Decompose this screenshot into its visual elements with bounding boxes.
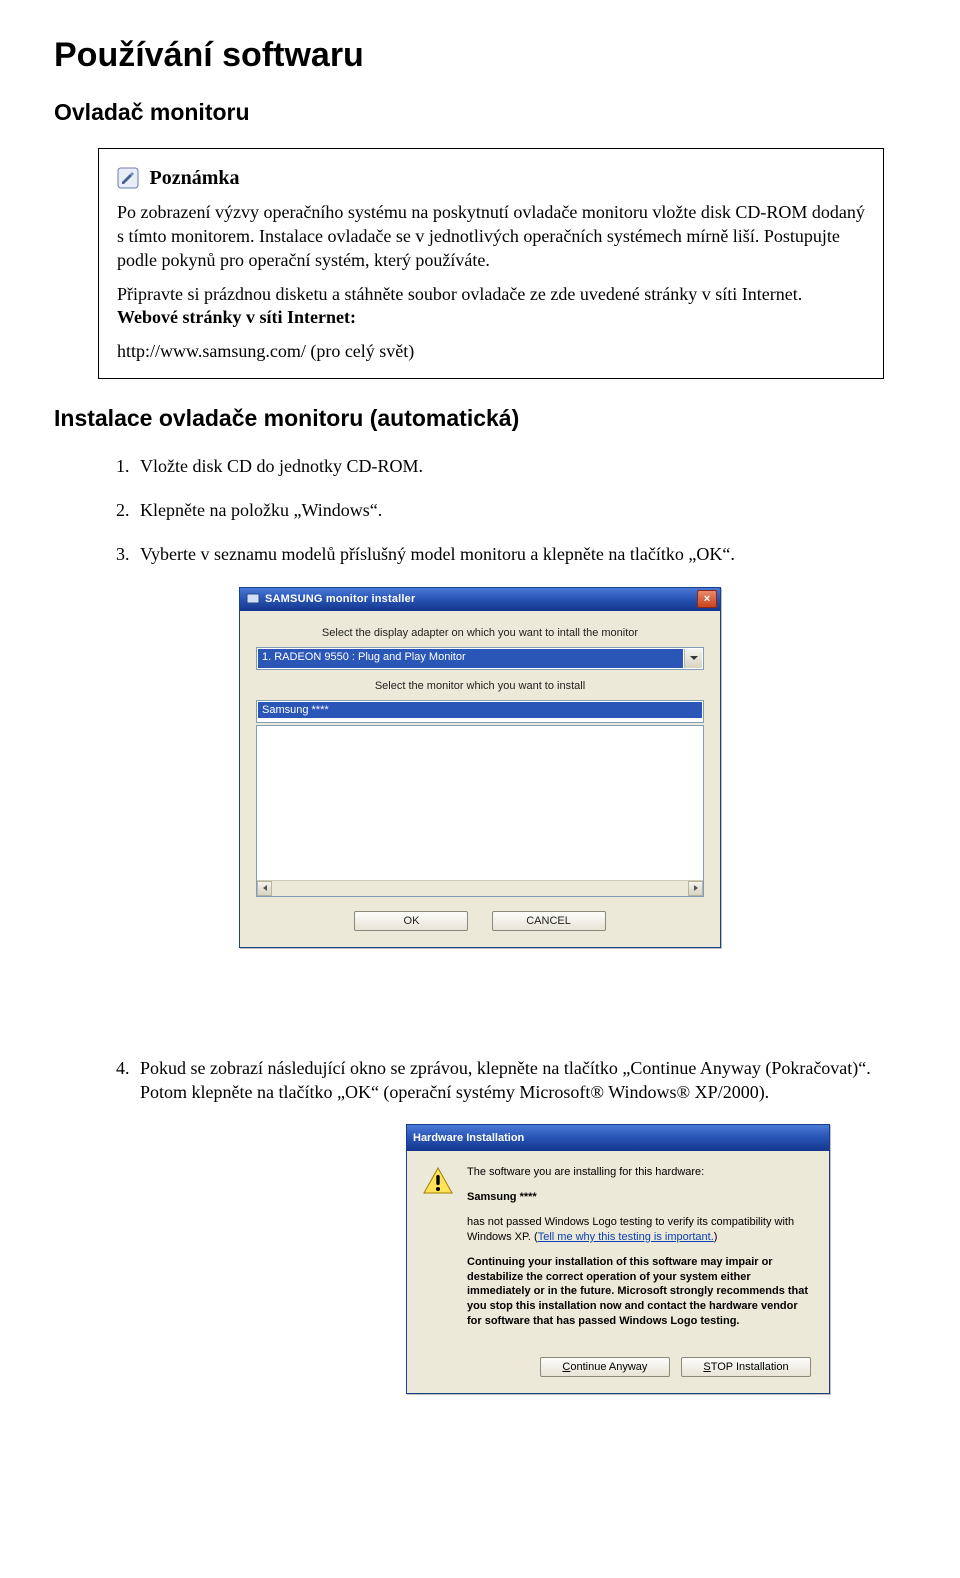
warning-line-2: has not passed Windows Logo testing to v… bbox=[467, 1215, 811, 1245]
horizontal-scrollbar[interactable] bbox=[257, 880, 703, 896]
hardware-warning-dialog: Hardware Installation The software you a… bbox=[406, 1124, 830, 1394]
installer-titlebar[interactable]: SAMSUNG monitor installer × bbox=[240, 588, 720, 611]
step-3: Vyberte v seznamu modelů příslušný model… bbox=[134, 542, 906, 566]
close-icon: × bbox=[704, 594, 710, 605]
step-1: Vložte disk CD do jednotky CD-ROM. bbox=[134, 454, 906, 478]
hardware-warning-body: The software you are installing for this… bbox=[407, 1151, 829, 1393]
monitor-selected-row[interactable]: Samsung **** bbox=[256, 700, 704, 723]
app-icon bbox=[246, 592, 260, 606]
steps-list: Vložte disk CD do jednotky CD-ROM. Klepn… bbox=[98, 454, 906, 567]
step-4: Pokud se zobrazí následující okno se zpr… bbox=[134, 1056, 906, 1105]
document-page: Používání softwaru Ovladač monitoru Pozn… bbox=[0, 0, 960, 1578]
stop-installation-label-rest: TOP Installation bbox=[711, 1361, 789, 1373]
page-title: Používání softwaru bbox=[54, 36, 906, 75]
why-testing-link[interactable]: Tell me why this testing is important. bbox=[538, 1231, 714, 1243]
warning-bold-text: Continuing your installation of this sof… bbox=[467, 1255, 811, 1329]
note-paragraph-2b: Webové stránky v síti Internet: bbox=[117, 306, 865, 330]
installer-body: Select the display adapter on which you … bbox=[240, 611, 720, 947]
pencil-note-icon bbox=[117, 167, 139, 189]
note-label: Poznámka bbox=[150, 165, 240, 191]
adapter-combobox[interactable]: 1. RADEON 9550 : Plug and Play Monitor bbox=[256, 647, 704, 670]
monitor-selected-value: Samsung **** bbox=[258, 702, 702, 718]
warning-line-1: The software you are installing for this… bbox=[467, 1165, 811, 1180]
ok-button[interactable]: OK bbox=[354, 911, 468, 931]
scroll-right-button[interactable] bbox=[688, 881, 703, 896]
chevron-down-icon[interactable] bbox=[684, 649, 702, 668]
continue-anyway-label-rest: ontinue Anyway bbox=[570, 1361, 647, 1373]
installer-dialog: SAMSUNG monitor installer × Select the d… bbox=[239, 587, 721, 948]
monitor-label: Select the monitor which you want to ins… bbox=[256, 680, 704, 692]
step-2: Klepněte na položku „Windows“. bbox=[134, 498, 906, 522]
steps-list-continued: Pokud se zobrazí následující okno se zpr… bbox=[98, 1056, 906, 1105]
warning-message: The software you are installing for this… bbox=[467, 1165, 811, 1339]
note-box: Poznámka Po zobrazení výzvy operačního s… bbox=[98, 148, 884, 379]
hardware-warning-titlebar[interactable]: Hardware Installation bbox=[407, 1125, 829, 1151]
adapter-label: Select the display adapter on which you … bbox=[256, 627, 704, 639]
hardware-warning-button-row: Continue Anyway STOP Installation bbox=[423, 1339, 811, 1379]
warning-line-2b: ) bbox=[714, 1231, 718, 1243]
scroll-left-button[interactable] bbox=[257, 881, 272, 896]
installer-title: SAMSUNG monitor installer bbox=[265, 593, 697, 605]
warning-icon bbox=[423, 1167, 453, 1195]
cancel-button[interactable]: CANCEL bbox=[492, 911, 606, 931]
scroll-track[interactable] bbox=[272, 881, 688, 896]
note-paragraph-2a: Připravte si prázdnou disketu a stáhněte… bbox=[117, 283, 865, 307]
note-paragraph-1: Po zobrazení výzvy operačního systému na… bbox=[117, 201, 865, 272]
monitor-listbox[interactable] bbox=[256, 725, 704, 897]
continue-anyway-button[interactable]: Continue Anyway bbox=[540, 1357, 670, 1377]
instructions-heading: Instalace ovladače monitoru (automatická… bbox=[54, 405, 906, 432]
installer-button-row: OK CANCEL bbox=[256, 897, 704, 933]
stop-installation-button[interactable]: STOP Installation bbox=[681, 1357, 811, 1377]
close-button[interactable]: × bbox=[697, 590, 717, 608]
note-url: http://www.samsung.com/ (pro celý svět) bbox=[117, 340, 865, 364]
hardware-warning-title: Hardware Installation bbox=[413, 1132, 524, 1144]
warning-hardware-name: Samsung **** bbox=[467, 1190, 811, 1205]
section-subtitle: Ovladač monitoru bbox=[54, 99, 906, 126]
adapter-selected-value: 1. RADEON 9550 : Plug and Play Monitor bbox=[258, 649, 683, 668]
